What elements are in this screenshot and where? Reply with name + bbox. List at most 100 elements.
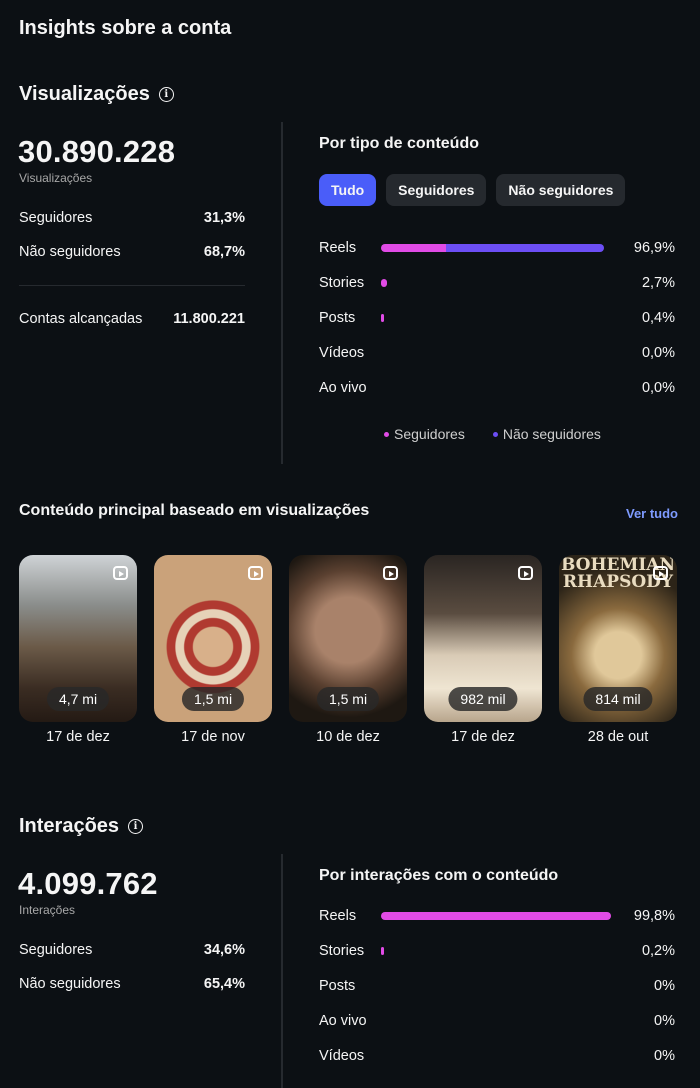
breakdown-row: Vídeos 0,0% bbox=[319, 343, 675, 363]
interactions-followers-row: Seguidores 34,6% bbox=[19, 942, 245, 958]
followers-segment bbox=[381, 912, 611, 920]
breakdown-label: Posts bbox=[319, 310, 356, 326]
breakdown-label: Vídeos bbox=[319, 1048, 365, 1064]
top-content-title: Conteúdo principal baseado em visualizaç… bbox=[19, 502, 370, 519]
breakdown-value: 0,0% bbox=[641, 345, 675, 361]
legend-dot bbox=[384, 431, 389, 437]
views-badge: 4,7 mi bbox=[46, 687, 110, 711]
reel-icon bbox=[653, 566, 668, 580]
views-badge: 1,5 mi bbox=[316, 687, 380, 711]
breakdown-track bbox=[381, 1017, 611, 1025]
views-breakdown: Reels 96,9% Stories 2,7% Posts 0,4% Vídeos 0,0%… bbox=[319, 238, 675, 413]
row-label: Não seguidores bbox=[19, 244, 121, 260]
interactions-nonfollowers-row: Não seguidores 65,4% bbox=[19, 976, 245, 992]
breakdown-track bbox=[381, 947, 611, 955]
views-followers-row: Seguidores 31,3% bbox=[19, 210, 245, 226]
breakdown-track bbox=[381, 982, 611, 990]
breakdown-label: Reels bbox=[319, 908, 357, 924]
info-icon[interactable]: i bbox=[128, 819, 144, 834]
legend-dot bbox=[492, 431, 498, 437]
breakdown-value: 0% bbox=[654, 1013, 675, 1029]
vertical-divider bbox=[281, 122, 283, 464]
breakdown-row: Stories 0,2% bbox=[319, 941, 675, 961]
top-content-list: 4,7 mi 17 de dez 1,5 mi 17 de nov 1,5 mi… bbox=[19, 555, 677, 745]
breakdown-value: 0% bbox=[654, 978, 675, 994]
followers-segment bbox=[381, 279, 388, 287]
reach-row: Contas alcançadas 11.800.221 bbox=[19, 311, 245, 327]
breakdown-bar bbox=[381, 912, 611, 920]
filter-nonfollowers-pill[interactable]: Não seguidores bbox=[496, 174, 626, 206]
content-thumbnail[interactable]: 982 mil bbox=[424, 555, 542, 722]
content-card[interactable]: 1,5 mi 10 de dez bbox=[289, 555, 407, 745]
interactions-section-title: Interações i bbox=[19, 815, 144, 838]
breakdown-row: Reels 96,9% bbox=[319, 238, 675, 258]
breakdown-value: 0,4% bbox=[641, 310, 675, 326]
content-date: 17 de dez bbox=[46, 729, 110, 745]
interactions-total: 4.099.762 bbox=[18, 866, 158, 901]
views-total-label: Visualizações bbox=[19, 171, 93, 185]
divider bbox=[19, 285, 245, 286]
breakdown-row: Posts 0% bbox=[319, 976, 675, 996]
breakdown-label: Vídeos bbox=[319, 345, 365, 361]
content-card[interactable]: 1,5 mi 17 de nov bbox=[154, 555, 272, 745]
interactions-total-label: Interações bbox=[19, 903, 76, 917]
breakdown-row: Vídeos 0% bbox=[319, 1046, 675, 1066]
breakdown-value: 0% bbox=[654, 1048, 675, 1064]
breakdown-label: Stories bbox=[319, 275, 365, 291]
views-title-text: Visualizações bbox=[19, 83, 150, 105]
info-icon[interactable]: i bbox=[158, 87, 174, 102]
breakdown-bar bbox=[381, 279, 388, 287]
reach-label: Contas alcançadas bbox=[19, 311, 143, 327]
content-card[interactable]: 4,7 mi 17 de dez bbox=[19, 555, 137, 745]
breakdown-track bbox=[381, 279, 611, 287]
content-thumbnail[interactable]: BOHEMIAN RHAPSODY 814 mil bbox=[559, 555, 677, 722]
breakdown-value: 99,8% bbox=[633, 908, 675, 924]
row-value: 31,3% bbox=[203, 210, 245, 226]
content-thumbnail[interactable]: 1,5 mi bbox=[154, 555, 272, 722]
filter-followers-pill[interactable]: Seguidores bbox=[386, 174, 487, 206]
reel-icon bbox=[518, 566, 533, 580]
content-date: 28 de out bbox=[587, 729, 649, 745]
followers-segment bbox=[381, 947, 385, 955]
breakdown-track bbox=[381, 314, 611, 322]
filter-pills: Tudo Seguidores Não seguidores bbox=[319, 174, 635, 206]
breakdown-bar bbox=[381, 314, 385, 322]
breakdown-value: 96,9% bbox=[633, 240, 675, 256]
row-label: Seguidores bbox=[19, 210, 93, 226]
vertical-divider bbox=[281, 854, 283, 1088]
breakdown-label: Ao vivo bbox=[319, 1013, 367, 1029]
nonfollowers-segment bbox=[445, 244, 604, 252]
views-total: 30.890.228 bbox=[18, 134, 176, 169]
reach-value: 11.800.221 bbox=[173, 311, 245, 327]
views-badge: 982 mil bbox=[448, 687, 518, 711]
breakdown-row: Stories 2,7% bbox=[319, 273, 675, 293]
breakdown-row: Reels 99,8% bbox=[319, 906, 675, 926]
see-all-link[interactable]: Ver tudo bbox=[626, 506, 678, 521]
content-card[interactable]: 982 mil 17 de dez bbox=[424, 555, 542, 745]
content-thumbnail[interactable]: 4,7 mi bbox=[19, 555, 137, 722]
filter-all-pill[interactable]: Tudo bbox=[319, 174, 377, 206]
breakdown-label: Ao vivo bbox=[319, 380, 367, 396]
breakdown-value: 0,0% bbox=[641, 380, 675, 396]
legend-nonfollowers: Não seguidores bbox=[492, 426, 601, 442]
views-nonfollowers-row: Não seguidores 68,7% bbox=[19, 244, 245, 260]
breakdown-label: Reels bbox=[319, 240, 357, 256]
breakdown-track bbox=[381, 912, 611, 920]
interactions-title-text: Interações bbox=[19, 815, 120, 837]
content-card[interactable]: BOHEMIAN RHAPSODY 814 mil 28 de out bbox=[559, 555, 677, 745]
content-date: 17 de dez bbox=[451, 729, 515, 745]
content-date: 17 de nov bbox=[181, 729, 245, 745]
breakdown-bar bbox=[381, 244, 604, 252]
breakdown-track bbox=[381, 384, 611, 392]
breakdown-track bbox=[381, 244, 611, 252]
breakdown-value: 2,7% bbox=[641, 275, 675, 291]
followers-segment bbox=[381, 314, 385, 322]
breakdown-row: Ao vivo 0,0% bbox=[319, 378, 675, 398]
reel-icon bbox=[383, 566, 398, 580]
row-label: Não seguidores bbox=[19, 976, 121, 992]
content-date: 10 de dez bbox=[316, 729, 380, 745]
row-label: Seguidores bbox=[19, 942, 93, 958]
legend: Seguidores Não seguidores bbox=[384, 426, 601, 442]
breakdown-label: Posts bbox=[319, 978, 356, 994]
content-thumbnail[interactable]: 1,5 mi bbox=[289, 555, 407, 722]
